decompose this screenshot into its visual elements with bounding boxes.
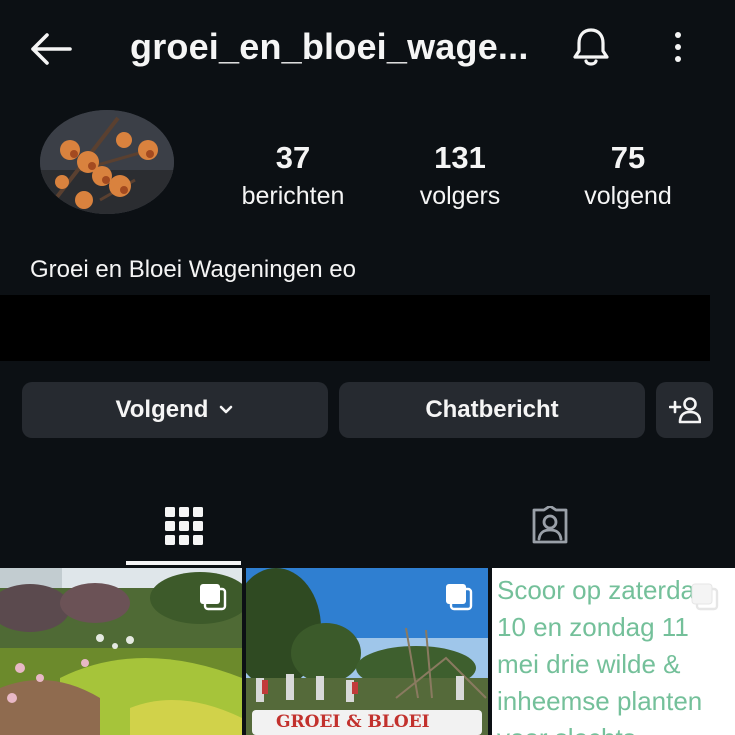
- stat-followers-label: volgers: [419, 182, 501, 210]
- message-button-label: Chatbericht: [425, 396, 559, 423]
- profile-username: groei_en_bloei_wage...: [130, 26, 529, 67]
- stat-posts-label: berichten: [241, 182, 345, 210]
- stat-posts-count: 37: [275, 140, 311, 175]
- header-bar: groei_en_bloei_wage...: [0, 0, 735, 100]
- add-person-icon: [668, 397, 701, 424]
- post-thumbnail[interactable]: GROEI & BLOEI: [246, 568, 488, 735]
- add-person-button[interactable]: [656, 382, 713, 438]
- message-button[interactable]: Chatbericht: [339, 382, 645, 438]
- chevron-down-icon: [220, 405, 233, 414]
- post-thumbnail[interactable]: [0, 568, 242, 735]
- multiple-photos-icon: [446, 584, 473, 611]
- posts-grid: GROEI & BLOEI Scoor op zaterdag 10 en zo…: [0, 568, 735, 735]
- stat-followers[interactable]: 131 volgers: [405, 140, 515, 212]
- stat-following-count: 75: [610, 140, 646, 175]
- multiple-photos-icon: [691, 583, 719, 611]
- following-button-label: Volgend: [115, 396, 209, 423]
- active-tab-indicator: [126, 561, 241, 565]
- banner-text: GROEI & BLOEI: [276, 712, 430, 732]
- post-thumbnail[interactable]: Scoor op zaterdag 10 en zondag 11 mei dr…: [492, 568, 735, 735]
- following-button[interactable]: Volgend: [22, 382, 328, 438]
- tab-posts-grid[interactable]: [126, 486, 241, 566]
- back-button[interactable]: [26, 28, 74, 70]
- redacted-bio: [0, 295, 710, 361]
- stat-following[interactable]: 75 volgend: [573, 140, 683, 212]
- avatar-photo: [40, 110, 174, 214]
- notifications-button[interactable]: [568, 24, 614, 70]
- profile-display-name: Groei en Bloei Wageningen eo: [30, 256, 356, 283]
- bell-icon: [573, 28, 609, 66]
- grid-icon: [164, 507, 203, 545]
- more-options-button[interactable]: [660, 24, 696, 70]
- multiple-photos-icon: [200, 584, 227, 611]
- more-vertical-icon: [675, 32, 681, 62]
- stat-following-label: volgend: [584, 182, 672, 210]
- arrow-left-icon: [31, 33, 72, 65]
- stat-followers-count: 131: [434, 140, 486, 175]
- tab-tagged[interactable]: [490, 486, 610, 566]
- stat-posts[interactable]: 37 berichten: [233, 140, 353, 212]
- tagged-person-icon: [532, 506, 568, 544]
- profile-avatar[interactable]: [40, 110, 174, 214]
